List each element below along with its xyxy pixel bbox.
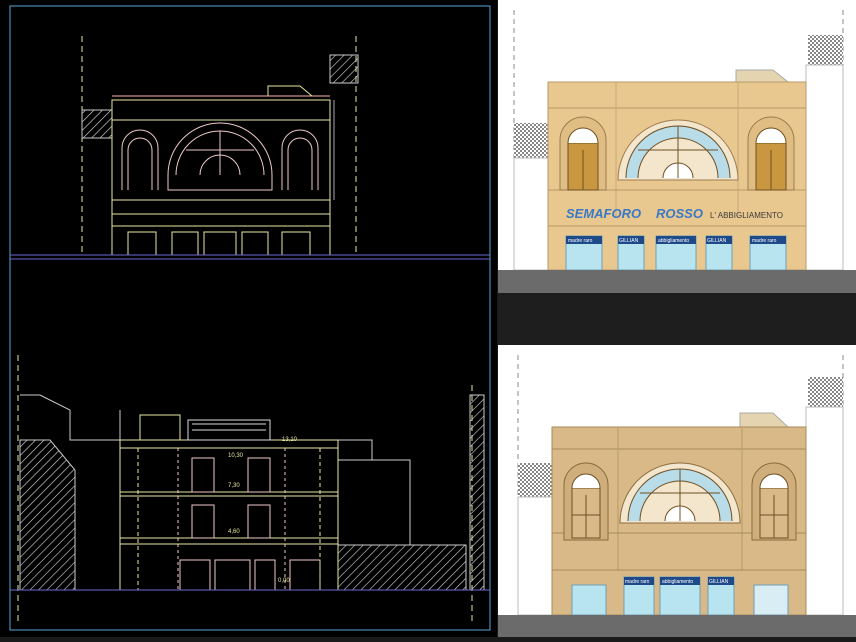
panel-gap [498, 293, 856, 345]
level-label-3: 7,30 [228, 483, 240, 489]
ground-plain [498, 615, 856, 637]
elevation-render-signed: SEMAFORO ROSSO L' ABBIGLIAMENTO madre ra… [498, 0, 856, 293]
sign-main-word2: ROSSO [656, 206, 703, 221]
shop-sign-2: GILLIAN [619, 238, 639, 244]
sign-main-word1: SEMAFORO [566, 206, 641, 221]
cad-elevation [81, 36, 359, 256]
elevation-plain-svg: madre raro abbigliamento GILLIAN [498, 355, 856, 637]
shop-sign-1: madre raro [568, 238, 593, 244]
level-label-4: 4,60 [228, 529, 240, 535]
elevation-render-plain: madre raro abbigliamento GILLIAN [498, 345, 856, 637]
cad-drawing-panel: 13,10 10,30 7,30 4,60 0,00 [0, 0, 497, 637]
plain-shop-sign-1: madre raro [625, 579, 650, 585]
ground [498, 270, 856, 293]
shop-sign-5: madre raro [752, 238, 777, 244]
cad-section [17, 355, 485, 625]
sign-secondary: L' ABBIGLIAMENTO [710, 211, 783, 220]
shop-sign-3: abbigliamento [658, 238, 689, 244]
elevation-signed-svg: SEMAFORO ROSSO L' ABBIGLIAMENTO madre ra… [498, 10, 856, 293]
level-label-1: 13,10 [282, 437, 298, 443]
cad-drawing: 13,10 10,30 7,30 4,60 0,00 [9, 5, 491, 631]
level-label-2: 10,30 [228, 453, 244, 459]
plain-shop-sign-2: abbigliamento [662, 579, 693, 585]
plain-shop-sign-3: GILLIAN [709, 579, 729, 585]
level-label-5: 0,00 [278, 578, 290, 584]
shop-sign-4: GILLIAN [707, 238, 727, 244]
